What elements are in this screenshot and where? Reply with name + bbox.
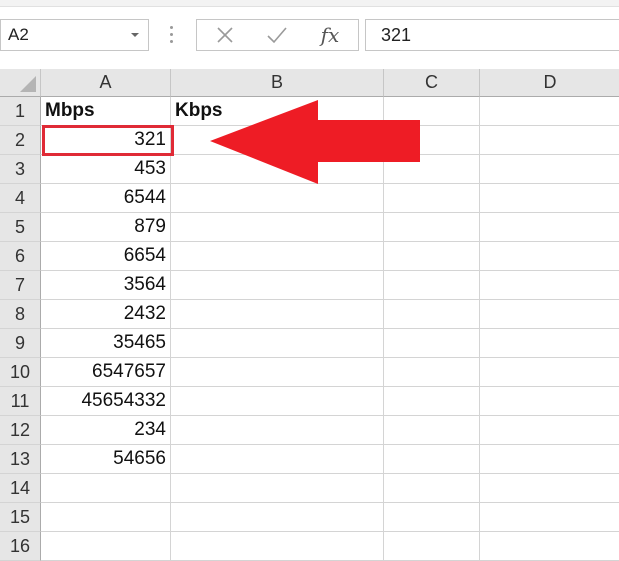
- cell-b12[interactable]: [171, 416, 384, 445]
- cell-a1[interactable]: Mbps: [41, 97, 171, 126]
- cell-d2[interactable]: [480, 126, 619, 155]
- cell-a10[interactable]: 6547657: [41, 358, 171, 387]
- cell-b5[interactable]: [171, 213, 384, 242]
- cell-d10[interactable]: [480, 358, 619, 387]
- row-header-6[interactable]: 6: [0, 242, 41, 271]
- row-header-13[interactable]: 13: [0, 445, 41, 474]
- cell-c16[interactable]: [384, 532, 480, 561]
- select-all-icon: [20, 76, 36, 92]
- formula-buttons: fx: [196, 19, 359, 51]
- cell-b8[interactable]: [171, 300, 384, 329]
- cell-a5[interactable]: 879: [41, 213, 171, 242]
- check-icon: [267, 27, 287, 44]
- cell-c9[interactable]: [384, 329, 480, 358]
- cell-c13[interactable]: [384, 445, 480, 474]
- cell-a6[interactable]: 6654: [41, 242, 171, 271]
- cell-c12[interactable]: [384, 416, 480, 445]
- cell-d13[interactable]: [480, 445, 619, 474]
- formula-value: 321: [381, 24, 412, 45]
- row-header-5[interactable]: 5: [0, 213, 41, 242]
- select-all-button[interactable]: [0, 69, 41, 97]
- cancel-button[interactable]: [205, 20, 245, 50]
- row-header-14[interactable]: 14: [0, 474, 41, 503]
- cell-a16[interactable]: [41, 532, 171, 561]
- cell-d12[interactable]: [480, 416, 619, 445]
- cell-d3[interactable]: [480, 155, 619, 184]
- cell-a14[interactable]: [41, 474, 171, 503]
- cell-b15[interactable]: [171, 503, 384, 532]
- cell-d16[interactable]: [480, 532, 619, 561]
- cell-a13[interactable]: 54656: [41, 445, 171, 474]
- row-header-7[interactable]: 7: [0, 271, 41, 300]
- column-header-a[interactable]: A: [41, 69, 171, 97]
- cell-a3[interactable]: 453: [41, 155, 171, 184]
- cell-d14[interactable]: [480, 474, 619, 503]
- cell-c8[interactable]: [384, 300, 480, 329]
- cell-a15[interactable]: [41, 503, 171, 532]
- insert-function-button[interactable]: fx: [310, 20, 350, 50]
- cell-b13[interactable]: [171, 445, 384, 474]
- row-header-12[interactable]: 12: [0, 416, 41, 445]
- cell-b7[interactable]: [171, 271, 384, 300]
- cell-a2[interactable]: 321: [41, 126, 171, 155]
- function-icon: fx: [320, 23, 340, 47]
- drag-handle-icon[interactable]: [170, 26, 174, 44]
- cell-c7[interactable]: [384, 271, 480, 300]
- cell-c15[interactable]: [384, 503, 480, 532]
- cell-a11[interactable]: 45654332: [41, 387, 171, 416]
- cell-d8[interactable]: [480, 300, 619, 329]
- row-header-2[interactable]: 2: [0, 126, 41, 155]
- column-header-c[interactable]: C: [384, 69, 480, 97]
- ribbon-edge: [0, 0, 619, 7]
- cell-d1[interactable]: [480, 97, 619, 126]
- cell-b16[interactable]: [171, 532, 384, 561]
- row-header-8[interactable]: 8: [0, 300, 41, 329]
- cell-b6[interactable]: [171, 242, 384, 271]
- formula-bar: A2 fx 321: [0, 0, 619, 69]
- cell-b10[interactable]: [171, 358, 384, 387]
- column-header-d[interactable]: D: [480, 69, 619, 97]
- cell-c4[interactable]: [384, 184, 480, 213]
- cell-c14[interactable]: [384, 474, 480, 503]
- row-header-11[interactable]: 11: [0, 387, 41, 416]
- cell-d7[interactable]: [480, 271, 619, 300]
- cell-c5[interactable]: [384, 213, 480, 242]
- cell-d6[interactable]: [480, 242, 619, 271]
- cell-b9[interactable]: [171, 329, 384, 358]
- cell-d5[interactable]: [480, 213, 619, 242]
- formula-input[interactable]: 321: [365, 19, 619, 51]
- cell-d9[interactable]: [480, 329, 619, 358]
- row-header-16[interactable]: 16: [0, 532, 41, 561]
- cell-b11[interactable]: [171, 387, 384, 416]
- cell-b14[interactable]: [171, 474, 384, 503]
- row-header-4[interactable]: 4: [0, 184, 41, 213]
- cell-a12[interactable]: 234: [41, 416, 171, 445]
- row-header-9[interactable]: 9: [0, 329, 41, 358]
- row-header-3[interactable]: 3: [0, 155, 41, 184]
- cell-c10[interactable]: [384, 358, 480, 387]
- row-header-15[interactable]: 15: [0, 503, 41, 532]
- name-box-value: A2: [8, 25, 29, 44]
- cell-a4[interactable]: 6544: [41, 184, 171, 213]
- red-arrow-annotation: [210, 100, 420, 184]
- row-header-1[interactable]: 1: [0, 97, 41, 126]
- row-header-10[interactable]: 10: [0, 358, 41, 387]
- name-box[interactable]: A2: [0, 19, 149, 51]
- cell-c11[interactable]: [384, 387, 480, 416]
- cell-a8[interactable]: 2432: [41, 300, 171, 329]
- cell-d15[interactable]: [480, 503, 619, 532]
- column-header-b[interactable]: B: [171, 69, 384, 97]
- cell-a7[interactable]: 3564: [41, 271, 171, 300]
- cell-d11[interactable]: [480, 387, 619, 416]
- cell-c6[interactable]: [384, 242, 480, 271]
- close-icon: [217, 27, 233, 43]
- cell-d4[interactable]: [480, 184, 619, 213]
- enter-button[interactable]: [257, 20, 297, 50]
- cell-b4[interactable]: [171, 184, 384, 213]
- cell-a9[interactable]: 35465: [41, 329, 171, 358]
- chevron-down-icon[interactable]: [131, 33, 139, 37]
